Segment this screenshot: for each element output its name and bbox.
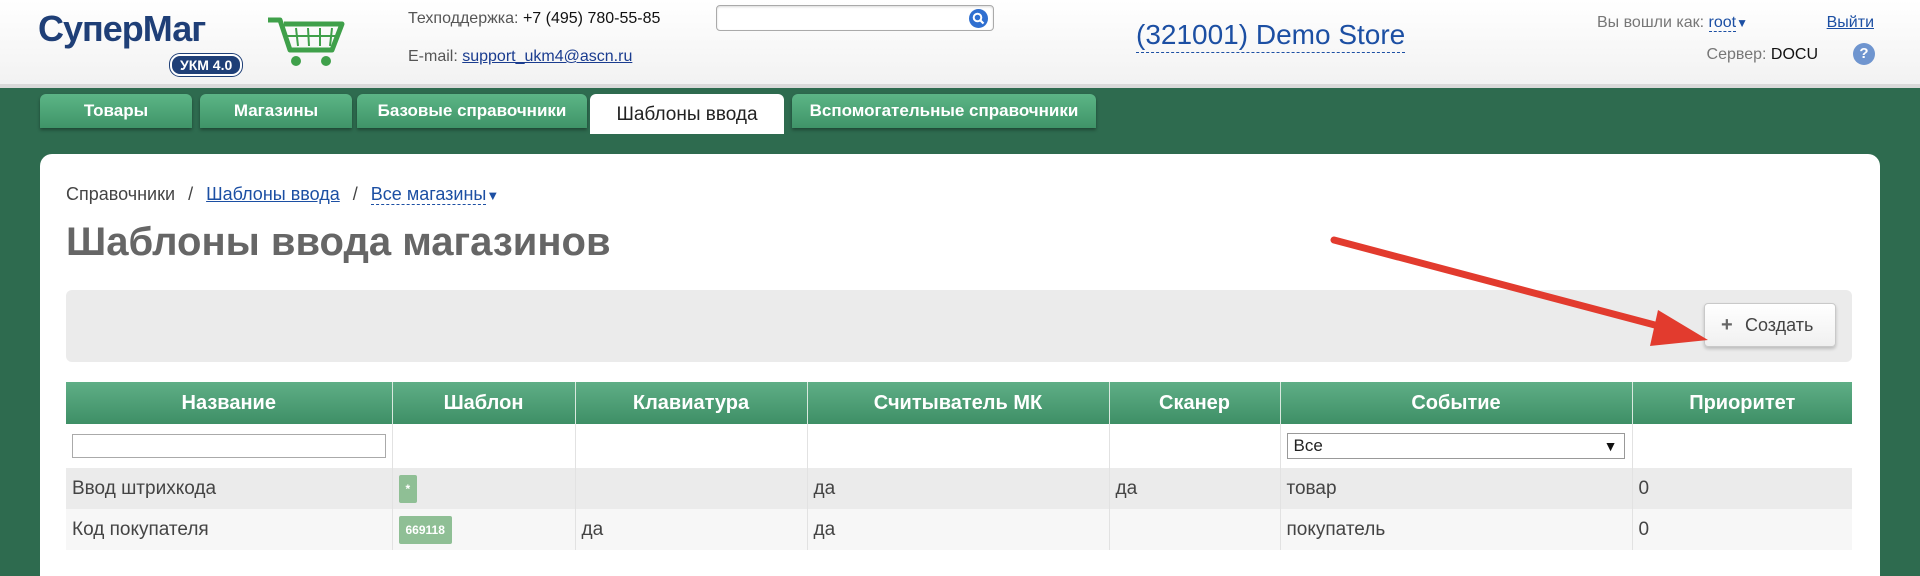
cell-scanner: да	[1109, 468, 1281, 509]
tab-stores[interactable]: Магазины	[200, 94, 352, 128]
column-header-scanner[interactable]: Сканер	[1109, 382, 1281, 424]
name-filter-input[interactable]	[72, 434, 386, 458]
cell-card-reader: да	[807, 509, 1110, 550]
search-input[interactable]	[716, 5, 994, 31]
content-panel: Справочники / Шаблоны ввода / Все магази…	[40, 154, 1880, 576]
breadcrumb-separator: /	[352, 184, 358, 204]
table-header-row: Название Шаблон Клавиатура Считыватель М…	[66, 382, 1852, 424]
support-phone-value: +7 (495) 780-55-85	[522, 10, 661, 27]
tab-input-templates[interactable]: Шаблоны ввода	[590, 94, 784, 134]
page-title: Шаблоны ввода магазинов	[66, 220, 611, 264]
cell-event: покупатель	[1280, 509, 1633, 550]
tab-base-directories[interactable]: Базовые справочники	[357, 94, 587, 128]
column-header-priority[interactable]: Приоритет	[1632, 382, 1852, 424]
cell-keyboard	[575, 468, 808, 509]
dropdown-arrow-icon: ▼	[1603, 438, 1618, 454]
create-button[interactable]: + Создать	[1704, 303, 1836, 347]
cell-name: Ввод штрихкода	[66, 468, 393, 509]
shopping-cart-icon	[268, 17, 345, 66]
logo-version-badge: УКМ 4.0	[170, 54, 243, 76]
filter-cell-empty	[1632, 424, 1852, 468]
support-phone: Техподдержка: +7 (495) 780-55-85	[408, 8, 660, 30]
breadcrumb: Справочники / Шаблоны ввода / Все магази…	[66, 184, 499, 205]
breadcrumb-separator: /	[188, 184, 194, 204]
breadcrumb-input-templates-link[interactable]: Шаблоны ввода	[206, 184, 340, 204]
help-icon[interactable]: ?	[1853, 43, 1875, 65]
input-templates-table: Название Шаблон Клавиатура Считыватель М…	[66, 382, 1852, 550]
chevron-down-icon[interactable]: ▼	[486, 188, 499, 203]
breadcrumb-root: Справочники	[66, 184, 176, 204]
cell-keyboard: да	[575, 509, 808, 550]
table-filter-row: Все ▼	[66, 424, 1852, 468]
create-button-label: Создать	[1745, 315, 1814, 335]
cell-priority: 0	[1632, 509, 1852, 550]
cell-pattern: *	[392, 468, 576, 509]
event-filter-select[interactable]: Все ▼	[1286, 433, 1625, 459]
red-arrow-annotation	[1330, 236, 1708, 346]
store-filter-dropdown[interactable]: Все магазины	[370, 184, 487, 205]
filter-cell-event: Все ▼	[1280, 424, 1633, 468]
user-menu[interactable]: root	[1708, 14, 1737, 32]
table-row[interactable]: Ввод штрихкода * да да товар 0	[66, 468, 1852, 509]
search-icon[interactable]	[969, 9, 988, 28]
event-filter-value: Все	[1293, 436, 1323, 455]
tab-auxiliary-directories[interactable]: Вспомогательные справочники	[792, 94, 1096, 128]
cell-event: товар	[1280, 468, 1633, 509]
app-header: СуперМаг УКМ 4.0 Техподдержка: +7 (495) …	[0, 0, 1920, 88]
pattern-badge: 669118	[398, 515, 452, 544]
filter-cell-empty	[575, 424, 808, 468]
chevron-down-icon[interactable]: ▼	[1736, 16, 1748, 30]
server-label: Сервер:	[1706, 46, 1767, 63]
filter-cell-name	[66, 424, 393, 468]
server-info: Сервер: DOCU	[1707, 46, 1818, 64]
support-label: Техподдержка:	[408, 10, 519, 27]
cell-scanner	[1109, 509, 1281, 550]
server-value: DOCU	[1770, 46, 1818, 63]
login-label: Вы вошли как:	[1596, 14, 1705, 31]
support-email-link[interactable]: support_ukm4@ascn.ru	[462, 48, 632, 65]
column-header-pattern[interactable]: Шаблон	[392, 382, 576, 424]
table-row[interactable]: Код покупателя 669118 да да покупатель 0	[66, 509, 1852, 550]
cell-card-reader: да	[807, 468, 1110, 509]
cell-name: Код покупателя	[66, 509, 393, 550]
filter-cell-empty	[392, 424, 576, 468]
cell-pattern: 669118	[392, 509, 576, 550]
tab-goods[interactable]: Товары	[40, 94, 192, 128]
filter-cell-empty	[807, 424, 1110, 468]
column-header-name[interactable]: Название	[66, 382, 393, 424]
logo-wordmark: СуперМаг	[38, 8, 206, 49]
logout-link[interactable]: Выйти	[1827, 14, 1874, 32]
filter-cell-empty	[1109, 424, 1281, 468]
cell-priority: 0	[1632, 468, 1852, 509]
supermag-logo[interactable]: СуперМаг УКМ 4.0	[38, 8, 345, 80]
login-info: Вы вошли как: root▼	[1597, 14, 1748, 32]
column-header-event[interactable]: Событие	[1280, 382, 1633, 424]
plus-icon: +	[1721, 314, 1733, 336]
store-selector[interactable]: (321001) Demo Store	[1136, 18, 1406, 53]
pattern-badge: *	[398, 474, 418, 503]
email-label: E-mail:	[408, 48, 458, 65]
column-header-keyboard[interactable]: Клавиатура	[575, 382, 808, 424]
support-email: E-mail: support_ukm4@ascn.ru	[408, 48, 632, 66]
column-header-card-reader[interactable]: Считыватель МК	[807, 382, 1110, 424]
